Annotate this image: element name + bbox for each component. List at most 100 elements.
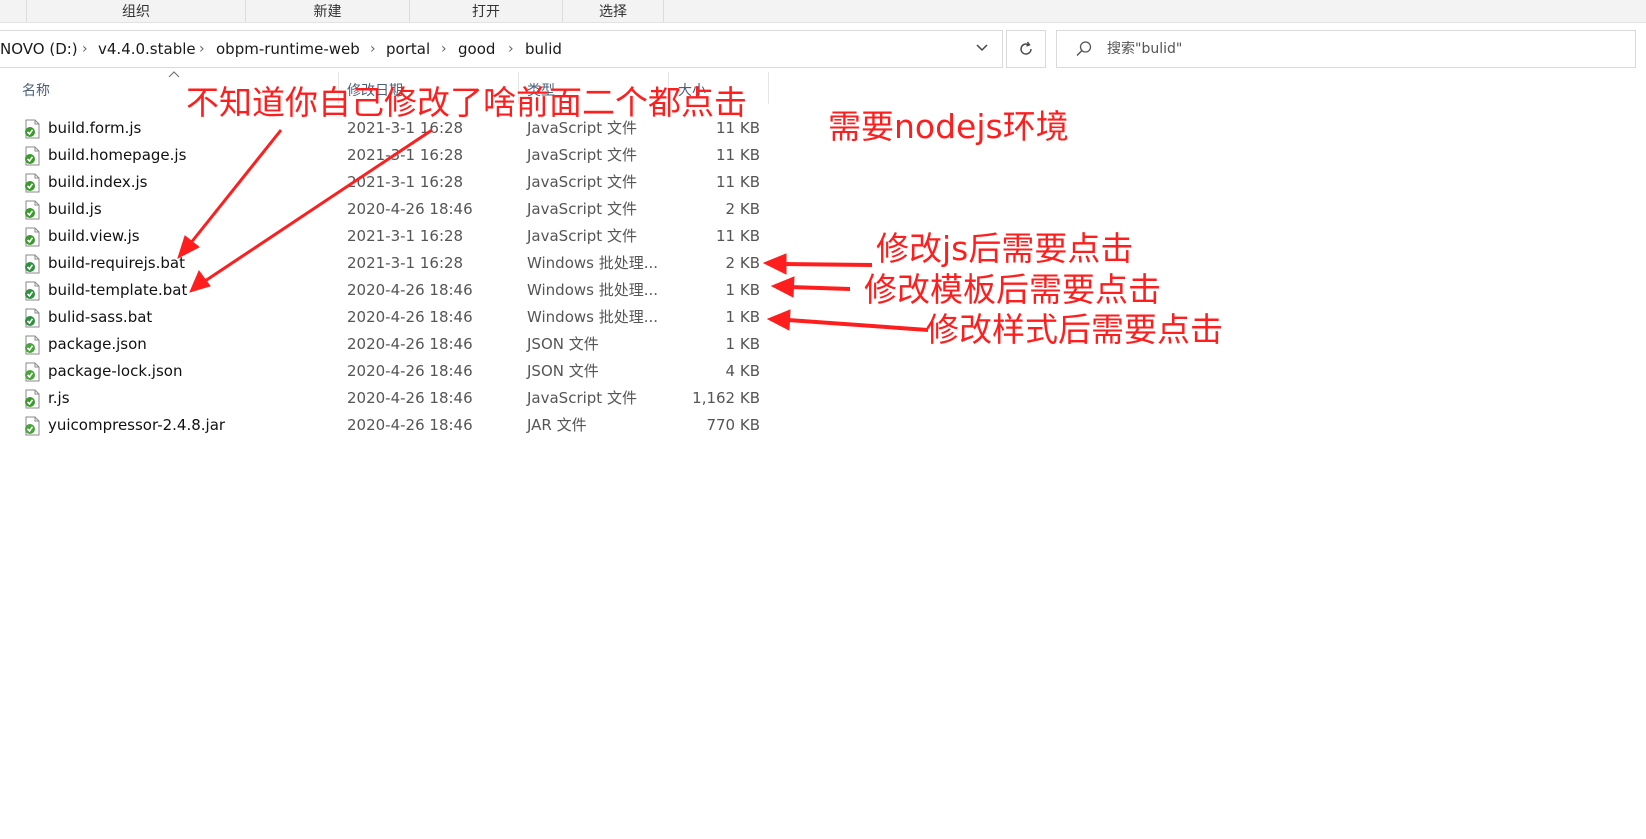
ribbon-group-open[interactable]: 打开	[409, 0, 562, 22]
address-bar[interactable]: NOVO (D:) › v4.4.0.stable › obpm-runtime…	[0, 30, 1003, 68]
file-size: 1 KB	[725, 335, 760, 353]
file-type: JSON 文件	[527, 335, 599, 353]
ribbon-group-organize[interactable]: 组织	[26, 0, 245, 22]
file-size: 2 KB	[725, 254, 760, 272]
annotation-style-note: 修改样式后需要点击	[926, 310, 1223, 349]
file-size: 1 KB	[725, 308, 760, 326]
breadcrumb-separator: ›	[199, 41, 205, 57]
file-row[interactable]: bulid-sass.bat 2020-4-26 18:46 Windows 批处理…	[0, 304, 780, 331]
js-file-icon	[25, 389, 40, 409]
breadcrumb-separator: ›	[82, 41, 88, 57]
ribbon-group-label: 选择	[599, 4, 627, 20]
js-file-icon	[25, 200, 40, 220]
file-row[interactable]: build-requirejs.bat 2021-3-1 16:28 Windows…	[0, 250, 780, 277]
ribbon: 组织 新建 打开 选择	[0, 0, 1646, 23]
file-name: package-lock.json	[48, 362, 183, 380]
breadcrumb-obpm[interactable]: obpm-runtime-web	[216, 31, 360, 67]
ribbon-group-select[interactable]: 选择	[562, 0, 664, 22]
file-row[interactable]: build.js 2020-4-26 18:46 JavaScript 文件 2 KB	[0, 196, 780, 223]
file-size: 770 KB	[706, 416, 760, 434]
search-box[interactable]: 搜索"bulid"	[1056, 30, 1636, 68]
breadcrumb-good[interactable]: good	[458, 31, 495, 67]
js-file-icon	[25, 146, 40, 166]
file-row[interactable]: package-lock.json 2020-4-26 18:46 JSON 文件 4…	[0, 358, 780, 385]
ribbon-group-label: 打开	[472, 4, 500, 20]
file-row[interactable]: build.view.js 2021-3-1 16:28 JavaScript 文件…	[0, 223, 780, 250]
file-type: JSON 文件	[527, 362, 599, 380]
file-size: 1 KB	[725, 281, 760, 299]
annotation-env-note: 需要nodejs环境	[828, 107, 1069, 146]
file-size: 2 KB	[725, 200, 760, 218]
file-name: bulid-sass.bat	[48, 308, 153, 326]
chevron-down-icon	[976, 44, 988, 52]
file-size: 4 KB	[725, 362, 760, 380]
file-name: build.index.js	[48, 173, 148, 191]
arrow-line	[789, 285, 851, 291]
file-row[interactable]: yuicompressor-2.4.8.jar 2020-4-26 18:46 JA…	[0, 412, 780, 439]
js-file-icon	[25, 119, 40, 139]
ribbon-group-label: 组织	[122, 4, 150, 20]
file-row[interactable]: r.js 2020-4-26 18:46 JavaScript 文件 1,162 KB	[0, 385, 780, 412]
ribbon-group-label: 新建	[313, 4, 342, 20]
file-modified-date: 2020-4-26 18:46	[347, 200, 473, 218]
breadcrumb-bulid[interactable]: bulid	[525, 31, 562, 67]
refresh-button[interactable]	[1006, 30, 1046, 68]
address-history-dropdown[interactable]	[962, 30, 1003, 66]
file-row[interactable]: build-template.bat 2020-4-26 18:46 Windows…	[0, 277, 780, 304]
file-row[interactable]: package.json 2020-4-26 18:46 JSON 文件 1 KB	[0, 331, 780, 358]
file-type: JavaScript 文件	[527, 173, 637, 191]
breadcrumb-portal[interactable]: portal	[386, 31, 430, 67]
file-modified-date: 2021-3-1 16:28	[347, 227, 464, 245]
annotation-template-note: 修改模板后需要点击	[864, 270, 1161, 309]
json-file-icon	[25, 362, 40, 382]
file-name: yuicompressor-2.4.8.jar	[48, 416, 226, 434]
annotation-js-note: 修改js后需要点击	[876, 229, 1134, 268]
arrow-line	[787, 318, 929, 332]
js-file-icon	[25, 227, 40, 247]
file-name: build.view.js	[48, 227, 140, 245]
file-name: build-requirejs.bat	[48, 254, 185, 272]
column-divider[interactable]	[768, 72, 769, 104]
breadcrumb-drive[interactable]: NOVO (D:)	[0, 31, 78, 67]
jar-file-icon	[25, 416, 40, 436]
file-type: JavaScript 文件	[527, 200, 637, 218]
file-size: 11 KB	[716, 173, 760, 191]
file-row[interactable]: build.homepage.js 2021-3-1 16:28 JavaScrip…	[0, 142, 780, 169]
ribbon-group-new[interactable]: 新建	[245, 0, 409, 22]
file-size: 1,162 KB	[692, 389, 760, 407]
file-modified-date: 2020-4-26 18:46	[347, 308, 473, 326]
refresh-icon	[1020, 41, 1032, 55]
file-type: Windows 批处理...	[527, 281, 659, 299]
file-modified-date: 2021-3-1 16:28	[347, 173, 464, 191]
file-type: JavaScript 文件	[527, 389, 637, 407]
file-type: Windows 批处理...	[527, 254, 659, 272]
file-modified-date: 2020-4-26 18:46	[347, 416, 473, 434]
search-icon	[1076, 41, 1092, 56]
file-modified-date: 2021-3-1 16:28	[347, 254, 464, 272]
breadcrumb-separator: ›	[370, 41, 376, 57]
file-modified-date: 2020-4-26 18:46	[347, 362, 473, 380]
breadcrumb-v440[interactable]: v4.4.0.stable	[98, 31, 196, 67]
file-modified-date: 2020-4-26 18:46	[347, 281, 473, 299]
file-type: JAR 文件	[527, 416, 587, 434]
json-file-icon	[25, 335, 40, 355]
bat-file-icon	[25, 281, 40, 301]
file-size: 11 KB	[716, 146, 760, 164]
bat-file-icon	[25, 254, 40, 274]
file-name: package.json	[48, 335, 147, 353]
breadcrumb-separator: ›	[441, 41, 447, 57]
breadcrumb-separator: ›	[508, 41, 514, 57]
file-modified-date: 2021-3-1 16:28	[347, 146, 464, 164]
file-row[interactable]: build.index.js 2021-3-1 16:28 JavaScript 文…	[0, 169, 780, 196]
sort-ascending-icon	[168, 71, 180, 78]
file-modified-date: 2020-4-26 18:46	[347, 335, 473, 353]
file-modified-date: 2020-4-26 18:46	[347, 389, 473, 407]
file-name: r.js	[48, 389, 70, 407]
column-header-name[interactable]: 名称	[22, 80, 50, 102]
file-type: JavaScript 文件	[527, 227, 637, 245]
file-type: Windows 批处理...	[527, 308, 659, 326]
js-file-icon	[25, 173, 40, 193]
bat-file-icon	[25, 308, 40, 328]
search-input[interactable]: 搜索"bulid"	[1107, 31, 1182, 67]
file-type: JavaScript 文件	[527, 146, 637, 164]
